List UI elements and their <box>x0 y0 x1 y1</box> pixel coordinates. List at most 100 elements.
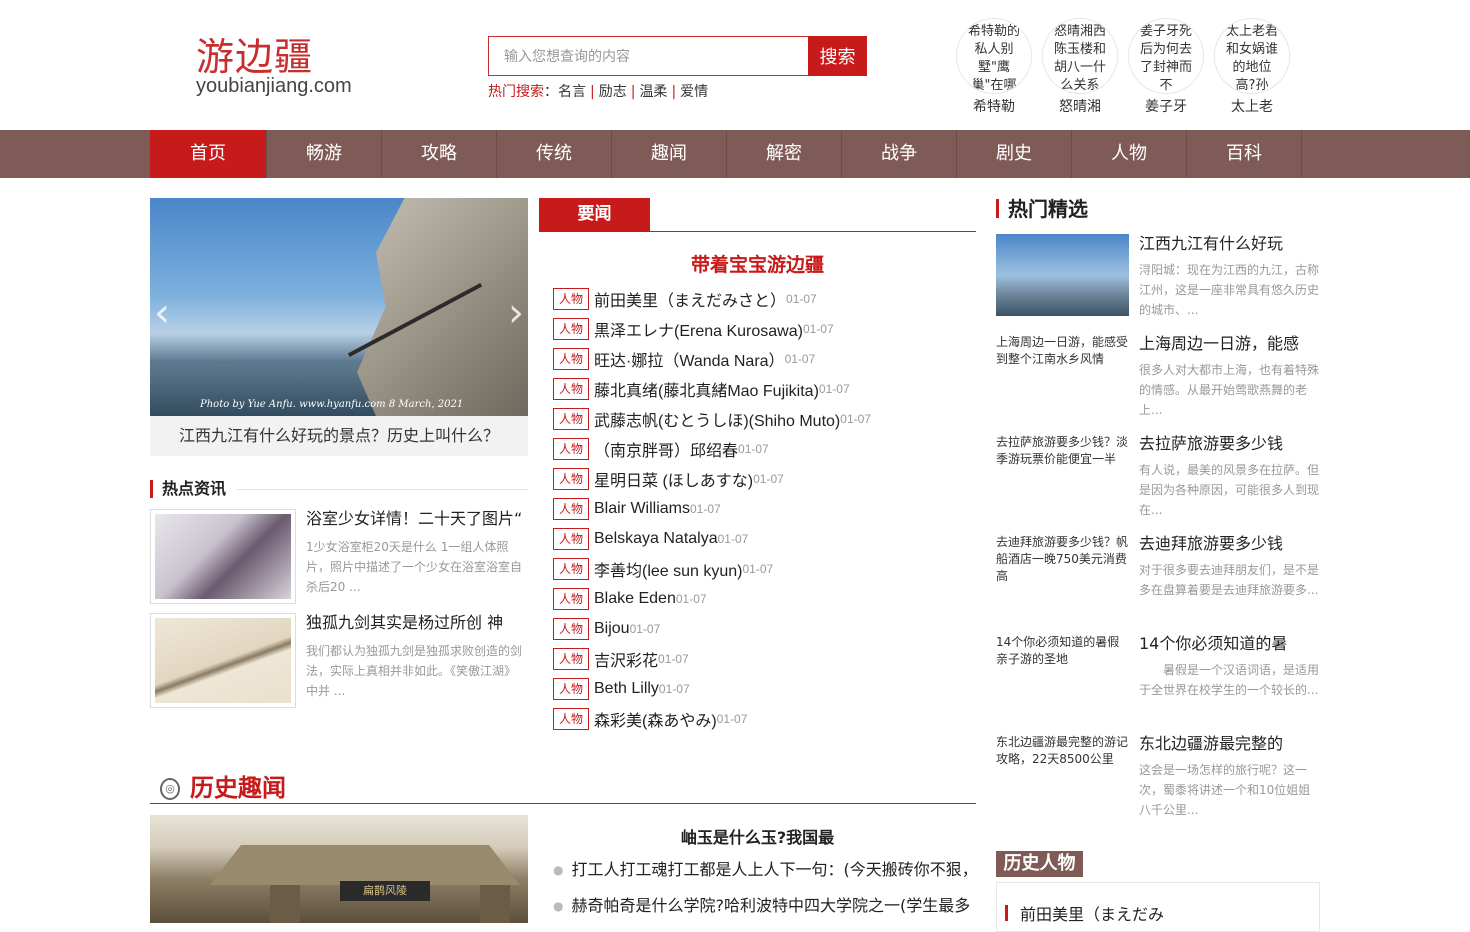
hot-pick-thumbnail[interactable]: 去迪拜旅游要多少钱？帆船酒店一晚750美元消费高 <box>996 534 1129 616</box>
hot-pick-title[interactable]: 上海周边一日游，能感 <box>1139 334 1320 354</box>
news-item[interactable]: 独孤九剑其实是杨过所创 神 我们都认为独孤九剑是独孤求败创造的剑法，实际上真相并… <box>150 613 528 708</box>
slide-image[interactable]: Photo by Yue Anfu. www.hyanfu.com 8 Marc… <box>150 198 528 416</box>
history-fun-image[interactable]: 扁鹊风陵 <box>150 815 528 923</box>
news-thumbnail[interactable] <box>150 509 296 604</box>
category-tag[interactable]: 人物 <box>553 618 589 640</box>
hot-pick-item[interactable]: 东北边疆游最完整的游记攻略，22天8500公里 东北边疆游最完整的 这会是一场怎… <box>996 734 1320 824</box>
list-item-text[interactable]: 赫奇帕奇是什么学院?哈利波特中四大学院之一(学生最多 <box>571 891 970 927</box>
nav-item-guide[interactable]: 攻略 <box>382 130 497 178</box>
headline-text[interactable]: 藤北真绪(藤北真緒Mao Fujikita) <box>594 377 819 401</box>
nav-item-mysteries[interactable]: 解密 <box>727 130 842 178</box>
headline-text[interactable]: 黒泽エレナ(Erena Kurosawa) <box>594 317 803 341</box>
nav-item-encyclopedia[interactable]: 百科 <box>1187 130 1302 178</box>
headline-text[interactable]: 森彩美(森あやみ) <box>594 707 717 731</box>
avatar[interactable]: 姜子牙死后为何去了封神而不 <box>1128 18 1204 94</box>
headline-text[interactable]: 旺达·娜拉（Wanda Nara） <box>594 347 785 371</box>
headline-row[interactable]: 人物 （南京胖哥）邱绍春 01-07 <box>553 434 976 464</box>
hot-search-link[interactable]: 名言 <box>558 84 586 100</box>
list-item[interactable]: ● 赫奇帕奇是什么学院?哈利波特中四大学院之一(学生最多 <box>553 891 976 927</box>
headline-text[interactable]: （南京胖哥）邱绍春 <box>594 437 738 461</box>
hot-pick-title[interactable]: 去拉萨旅游要多少钱 <box>1139 434 1320 454</box>
news-item[interactable]: 浴室少女详情！二十天了图片“ 1少女浴室柜20天是什么 1一组人体照片，照片中描… <box>150 509 528 604</box>
category-tag[interactable]: 人物 <box>553 648 589 670</box>
hot-search-link[interactable]: 温柔 <box>639 84 667 100</box>
nav-item-drama-history[interactable]: 剧史 <box>957 130 1072 178</box>
headline-row[interactable]: 人物 旺达·娜拉（Wanda Nara） 01-07 <box>553 344 976 374</box>
headline-text[interactable]: Bijou <box>594 620 630 638</box>
category-tag[interactable]: 人物 <box>553 438 589 460</box>
headline-text[interactable]: Blake Eden <box>594 590 676 608</box>
category-tag[interactable]: 人物 <box>553 318 589 340</box>
headline-row[interactable]: 人物 黒泽エレナ(Erena Kurosawa) 01-07 <box>553 314 976 344</box>
avatar[interactable]: 希特勒的私人别墅"鹰巢"在哪 <box>956 18 1032 94</box>
chevron-left-icon[interactable]: ‹ <box>154 293 170 333</box>
list-item-text[interactable]: 打工人打工魂打工都是人上人下一句：(今天搬砖你不狠，明 <box>571 855 976 891</box>
list-item[interactable]: 前田美里（まえだみ <box>1005 901 1164 925</box>
avatar-name[interactable]: 怒晴湘 <box>1042 96 1118 116</box>
hot-pick-title[interactable]: 东北边疆游最完整的 <box>1139 734 1320 754</box>
category-tag[interactable]: 人物 <box>553 558 589 580</box>
headline-text[interactable]: Belskaya Natalya <box>594 530 718 548</box>
featured-person[interactable]: 姜子牙死后为何去了封神而不 姜子牙 <box>1128 18 1204 116</box>
hot-pick-thumbnail[interactable]: 14个你必须知道的暑假亲子游的圣地 <box>996 634 1129 716</box>
hot-pick-item[interactable]: 去迪拜旅游要多少钱？帆船酒店一晚750美元消费高 去迪拜旅游要多少钱 对于很多要… <box>996 534 1320 624</box>
headline-row[interactable]: 人物 前田美里（まえだみさと） 01-07 <box>553 284 976 314</box>
hot-pick-title[interactable]: 14个你必须知道的暑 <box>1139 634 1320 654</box>
nav-item-anecdotes[interactable]: 趣闻 <box>612 130 727 178</box>
headline-text[interactable]: 星明日菜 (ほしあすな) <box>594 467 753 491</box>
headline-row[interactable]: 人物 森彩美(森あやみ) 01-07 <box>553 704 976 734</box>
hot-pick-item[interactable]: 上海周边一日游，能感受到整个江南水乡风情 上海周边一日游，能感 很多人对大都市上… <box>996 334 1320 424</box>
headline-text[interactable]: Blair Williams <box>594 500 690 518</box>
avatar-name[interactable]: 姜子牙 <box>1128 96 1204 116</box>
category-tag[interactable]: 人物 <box>553 348 589 370</box>
category-tag[interactable]: 人物 <box>553 288 589 310</box>
headline-text[interactable]: Beth Lilly <box>594 680 659 698</box>
hot-pick-item[interactable]: 去拉萨旅游要多少钱？淡季游玩票价能便宜一半 去拉萨旅游要多少钱 有人说，最美的风… <box>996 434 1320 524</box>
nav-item-travel[interactable]: 畅游 <box>267 130 382 178</box>
avatar[interactable]: 怒晴湘西陈玉楼和胡八一什么关系 <box>1042 18 1118 94</box>
featured-person[interactable]: 希特勒的私人别墅"鹰巢"在哪 希特勒 <box>956 18 1032 116</box>
headline-text[interactable]: 吉沢彩花 <box>594 647 658 671</box>
nav-item-war[interactable]: 战争 <box>842 130 957 178</box>
headline-row[interactable]: 人物 李善均(lee sun kyun) 01-07 <box>553 554 976 584</box>
tab-headlines[interactable]: 要闻 <box>539 198 650 231</box>
headline-row[interactable]: 人物 Bijou 01-07 <box>553 614 976 644</box>
nav-item-people[interactable]: 人物 <box>1072 130 1187 178</box>
featured-person[interactable]: 太上老君和女娲谁的地位高?孙 太上老 <box>1214 18 1290 116</box>
search-input[interactable] <box>488 36 808 76</box>
category-tag[interactable]: 人物 <box>553 588 589 610</box>
category-tag[interactable]: 人物 <box>553 678 589 700</box>
hot-pick-item[interactable]: 14个你必须知道的暑假亲子游的圣地 14个你必须知道的暑 暑假是一个汉语词语，是… <box>996 634 1320 724</box>
hot-pick-item[interactable]: 江西九江有什么好玩 浔阳城：现在为江西的九江，古称江州，这是一座非常具有悠久历史… <box>996 234 1320 324</box>
category-tag[interactable]: 人物 <box>553 408 589 430</box>
slide-title[interactable]: 江西九江有什么好玩的景点？历史上叫什么？ <box>150 416 528 456</box>
category-tag[interactable]: 人物 <box>553 708 589 730</box>
site-logo[interactable]: 游边疆 youbianjiang.com <box>196 36 366 96</box>
hot-pick-title[interactable]: 江西九江有什么好玩 <box>1139 234 1320 254</box>
headline-row[interactable]: 人物 吉沢彩花 01-07 <box>553 644 976 674</box>
hot-pick-thumbnail[interactable]: 上海周边一日游，能感受到整个江南水乡风情 <box>996 334 1129 416</box>
hot-pick-title[interactable]: 去迪拜旅游要多少钱 <box>1139 534 1320 554</box>
category-tag[interactable]: 人物 <box>553 528 589 550</box>
news-title[interactable]: 浴室少女详情！二十天了图片“ <box>306 509 528 529</box>
search-button[interactable]: 搜索 <box>808 36 867 76</box>
category-tag[interactable]: 人物 <box>553 498 589 520</box>
list-item[interactable]: ● 打工人打工魂打工都是人上人下一句：(今天搬砖你不狠，明 <box>553 855 976 891</box>
headline-row[interactable]: 人物 Beth Lilly 01-07 <box>553 674 976 704</box>
headline-text[interactable]: 前田美里（まえだみさと） <box>594 287 786 311</box>
headline-title[interactable]: 带着宝宝游边疆 <box>539 250 976 277</box>
news-thumbnail[interactable] <box>150 613 296 708</box>
nav-item-home[interactable]: 首页 <box>150 130 267 178</box>
hot-pick-thumbnail[interactable]: 去拉萨旅游要多少钱？淡季游玩票价能便宜一半 <box>996 434 1129 516</box>
hot-search-link[interactable]: 励志 <box>599 84 627 100</box>
headline-text[interactable]: 武藤志帆(むとうしほ)(Shiho Muto) <box>594 407 840 431</box>
headline-row[interactable]: 人物 Blake Eden 01-07 <box>553 584 976 614</box>
avatar[interactable]: 太上老君和女娲谁的地位高?孙 <box>1214 18 1290 94</box>
list-item-text[interactable]: 前田美里（まえだみ <box>1020 901 1164 925</box>
headline-row[interactable]: 人物 Blair Williams 01-07 <box>553 494 976 524</box>
headline-row[interactable]: 人物 Belskaya Natalya 01-07 <box>553 524 976 554</box>
news-title[interactable]: 独孤九剑其实是杨过所创 神 <box>306 613 528 633</box>
chevron-right-icon[interactable]: › <box>508 293 524 333</box>
hot-pick-thumbnail[interactable]: 东北边疆游最完整的游记攻略，22天8500公里 <box>996 734 1129 816</box>
category-tag[interactable]: 人物 <box>553 378 589 400</box>
